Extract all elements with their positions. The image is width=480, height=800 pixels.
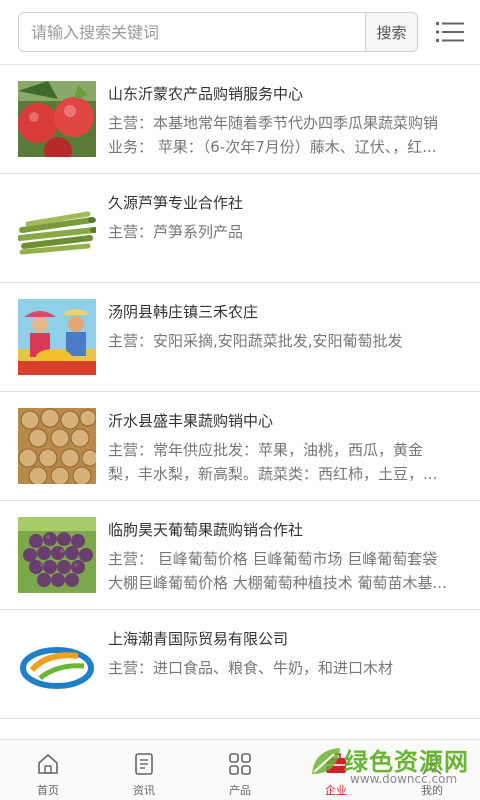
company-description: 主营：进口食品、粮食、牛奶，和进口木材	[108, 659, 394, 677]
list-item[interactable]: 山东沂蒙农产品购销服务中心 主营：本基地常年随着季节代办四季瓜果蔬菜购销 业务：…	[0, 65, 480, 174]
tab-home[interactable]: 首页	[0, 740, 96, 800]
list-item[interactable]: 久源芦笋专业合作社 主营：芦笋系列产品	[0, 174, 480, 283]
walnuts-image	[18, 408, 96, 484]
tab-label: 首页	[37, 784, 59, 797]
company-description: 主营：安阳采摘,安阳蔬菜批发,安阳葡萄批发	[108, 332, 403, 350]
apples-image	[18, 81, 96, 157]
company-description: 主营： 巨峰葡萄价格 巨峰葡萄市场 巨峰葡萄套袋 大棚巨峰葡萄价格 大棚葡萄种植…	[108, 550, 447, 592]
list-item[interactable]: 上海潮青国际贸易有限公司 主营：进口食品、粮食、牛奶，和进口木材	[0, 610, 480, 719]
company-name: 山东沂蒙农产品购销服务中心	[108, 85, 304, 103]
tab-label: 产品	[229, 784, 251, 797]
farmers-image	[18, 299, 96, 375]
tab-label: 资讯	[133, 784, 155, 797]
asparagus-image	[18, 190, 96, 266]
news-icon	[132, 752, 156, 776]
company-description: 主营：常年供应批发：苹果，油桃，西瓜，黄金 梨，丰水梨，新高梨。蔬菜类：西红柿，…	[108, 441, 438, 483]
company-name: 沂水县盛丰果蔬购销中心	[108, 412, 274, 430]
company-description: 主营：本基地常年随着季节代办四季瓜果蔬菜购销 业务： 苹果：（6-次年7月份）藤…	[108, 114, 439, 156]
company-name: 上海潮青国际贸易有限公司	[108, 630, 289, 648]
watermark-url: www.downcc.com	[350, 772, 458, 786]
search-box: 搜索	[18, 12, 418, 52]
tab-news[interactable]: 资讯	[96, 740, 192, 800]
search-button[interactable]: 搜索	[365, 13, 417, 51]
list-item[interactable]: 沂水县盛丰果蔬购销中心 主营：常年供应批发：苹果，油桃，西瓜，黄金 梨，丰水梨，…	[0, 392, 480, 501]
company-name: 汤阴县韩庄镇三禾农庄	[108, 303, 259, 321]
list-item[interactable]: 汤阴县韩庄镇三禾农庄 主营：安阳采摘,安阳蔬菜批发,安阳葡萄批发	[0, 283, 480, 392]
grid-icon	[228, 752, 252, 776]
home-icon	[36, 752, 60, 776]
leaf-logo-icon	[308, 744, 344, 780]
company-description: 主营：芦笋系列产品	[108, 223, 244, 241]
company-name: 久源芦笋专业合作社	[108, 194, 244, 212]
watermark: 绿色资源网 www.downcc.com	[300, 738, 476, 794]
top-bar: 搜索	[0, 0, 480, 65]
company-list: 山东沂蒙农产品购销服务中心 主营：本基地常年随着季节代办四季瓜果蔬菜购销 业务：…	[0, 65, 480, 719]
list-menu-icon[interactable]	[434, 16, 466, 48]
search-input[interactable]	[19, 13, 391, 51]
company-logo-image	[18, 626, 96, 702]
company-name: 临朐昊天葡萄果蔬购销合作社	[108, 521, 304, 539]
tab-products[interactable]: 产品	[192, 740, 288, 800]
grapes-image	[18, 517, 96, 593]
list-item[interactable]: 临朐昊天葡萄果蔬购销合作社 主营： 巨峰葡萄价格 巨峰葡萄市场 巨峰葡萄套袋 大…	[0, 501, 480, 610]
